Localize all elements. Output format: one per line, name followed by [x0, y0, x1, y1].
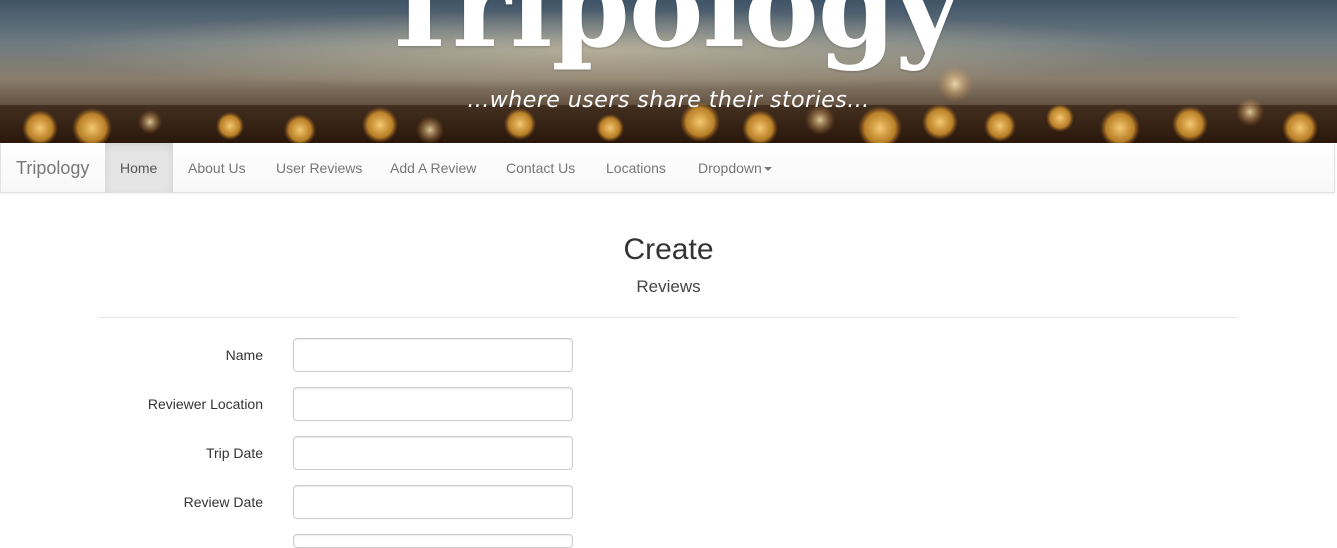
reviewer-location-label: Reviewer Location [147, 396, 263, 412]
nav-add-a-review[interactable]: Add A Review [375, 143, 491, 193]
divider [98, 317, 1238, 318]
navbar-brand[interactable]: Tripology [16, 143, 89, 193]
nav-dropdown[interactable]: Dropdown [683, 143, 787, 193]
trip-date-input[interactable] [293, 436, 573, 470]
nav-about-us[interactable]: About Us [173, 143, 261, 193]
review-date-input[interactable] [293, 485, 573, 519]
banner-title: Tripology [377, 0, 960, 73]
next-field-input[interactable] [293, 534, 573, 548]
review-date-label: Review Date [183, 494, 263, 510]
trip-date-label: Trip Date [205, 445, 263, 461]
nav-contact-us[interactable]: Contact Us [491, 143, 590, 193]
page-subtitle: Reviews [636, 277, 701, 296]
nav-home[interactable]: Home [105, 143, 173, 193]
caret-down-icon [763, 167, 772, 172]
nav-locations[interactable]: Locations [591, 143, 681, 193]
banner-tagline: ...where users share their stories... [467, 88, 870, 113]
nav-dropdown-label: Dropdown [698, 160, 762, 176]
name-input[interactable] [293, 338, 573, 372]
reviewer-location-input[interactable] [293, 387, 573, 421]
header-banner: Tripology ...where users share their sto… [0, 0, 1337, 143]
name-label: Name [225, 347, 263, 363]
page-title: Create [623, 233, 714, 266]
nav-user-reviews[interactable]: User Reviews [261, 143, 377, 193]
main-navbar: Tripology Home About Us User Reviews Add… [0, 143, 1335, 193]
